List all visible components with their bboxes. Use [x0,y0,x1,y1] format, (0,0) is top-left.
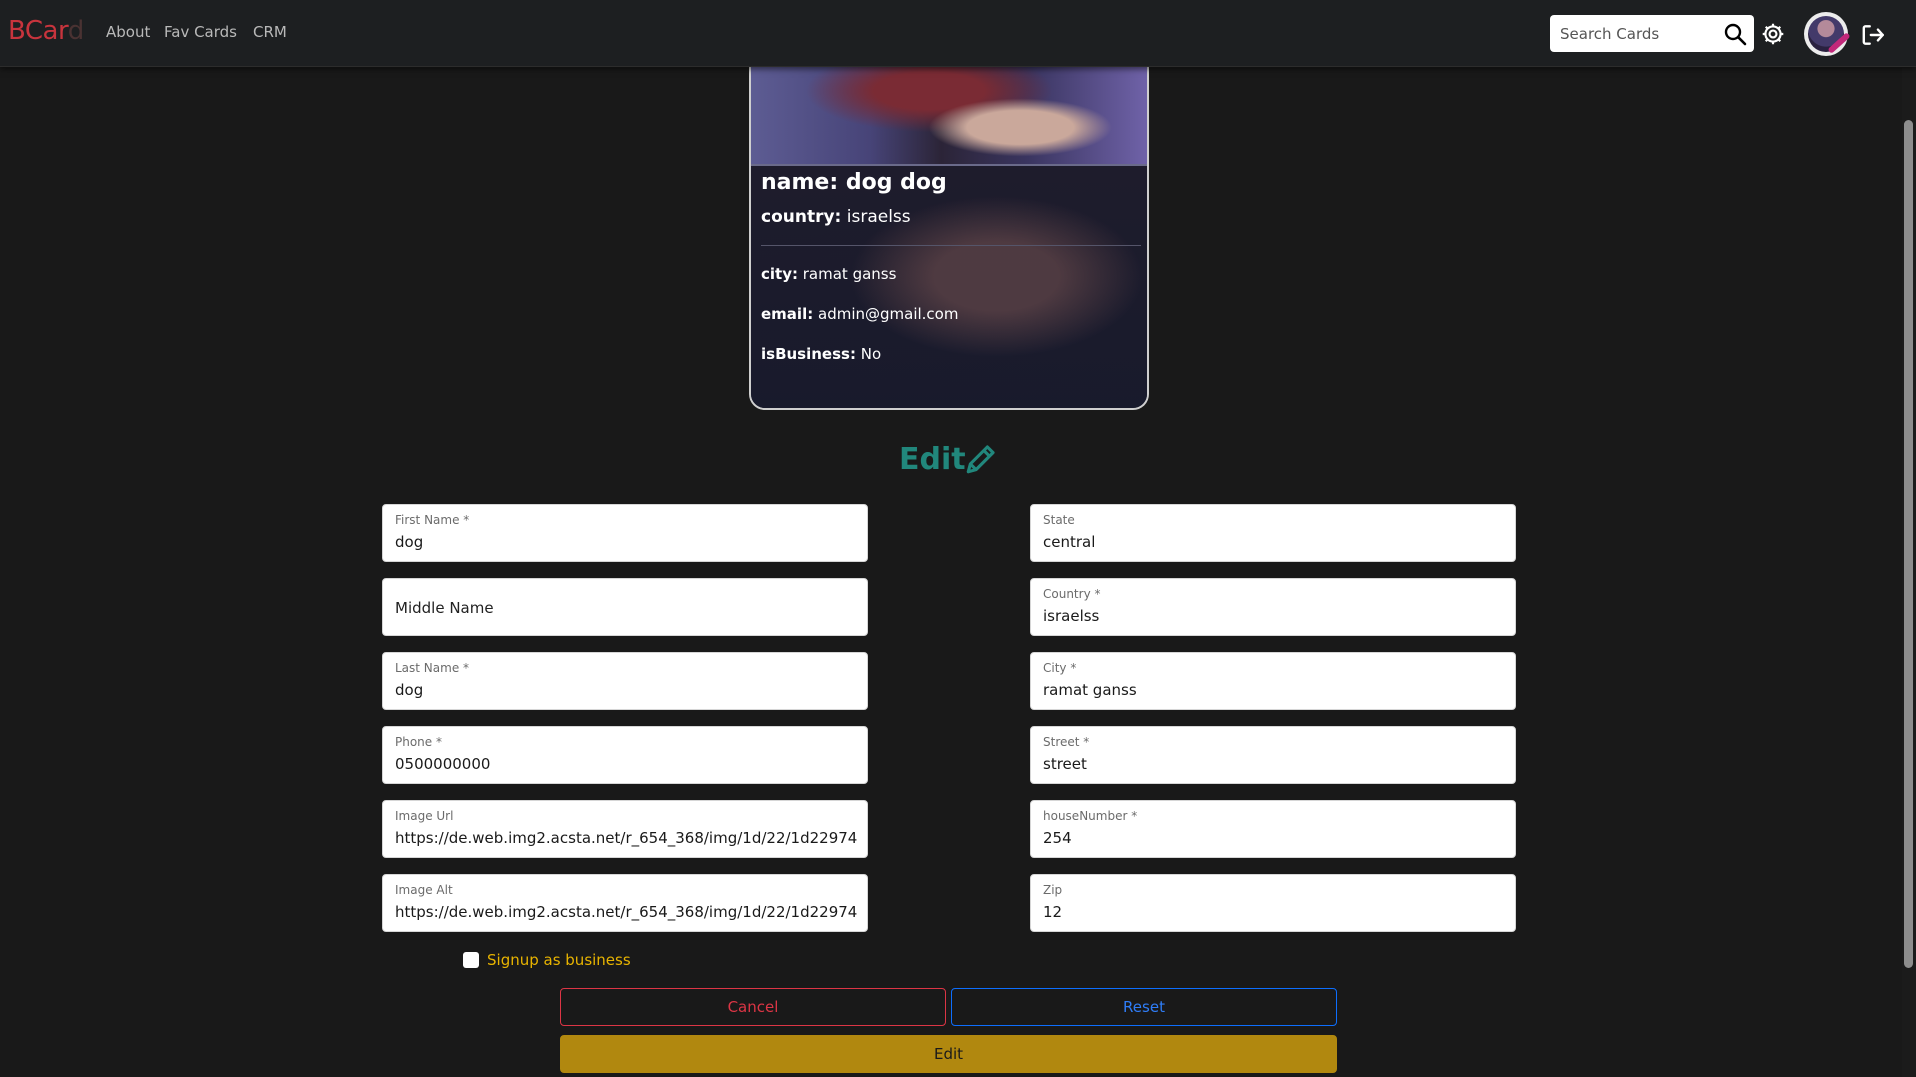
gear-icon[interactable] [1760,21,1786,47]
search-box [1550,15,1754,52]
nav-link-fav-cards[interactable]: Fav Cards [164,23,237,41]
card-city-value: ramat ganss [802,265,897,283]
search-icon[interactable] [1723,22,1747,46]
card-email: email: admin@gmail.com [761,305,958,323]
card-name: name: dog dog [761,170,947,195]
first-name-value: dog [395,533,424,551]
state-label: State [1043,513,1075,527]
logout-icon[interactable] [1860,22,1886,48]
card-email-label: email: [761,305,814,323]
city-value: ramat ganss [1043,681,1137,699]
scrollbar-thumb[interactable] [1904,120,1913,968]
brand-text-secondary: d [67,16,85,46]
street-value: street [1043,755,1087,773]
card-is-business: isBusiness: No [761,345,881,363]
city-field[interactable]: City * ramat ganss [1030,652,1516,710]
image-alt-field[interactable]: Image Alt https://de.web.img2.acsta.net/… [382,874,868,932]
card-city-label: city: [761,265,798,283]
middle-name-field[interactable]: Middle Name [382,578,868,636]
search-input[interactable] [1560,15,1720,52]
last-name-label: Last Name * [395,661,470,675]
image-url-field[interactable]: Image Url https://de.web.img2.acsta.net/… [382,800,868,858]
country-field[interactable]: Country * israelss [1030,578,1516,636]
card-name-value: dog dog [845,170,947,195]
street-field[interactable]: Street * street [1030,726,1516,784]
brand-logo[interactable]: BCard [8,16,84,46]
house-number-label: houseNumber * [1043,809,1138,823]
pencil-icon [966,445,995,474]
top-navbar: BCard About Fav Cards CRM [0,0,1916,67]
card-is-business-value: No [860,345,882,363]
zip-value: 12 [1043,903,1063,921]
phone-label: Phone * [395,735,442,749]
card-country-label: country: [761,207,842,227]
card-divider [761,245,1141,246]
card-country-value: israelss [846,207,911,227]
image-alt-label: Image Alt [395,883,453,897]
image-url-value: https://de.web.img2.acsta.net/r_654_368/… [395,829,857,847]
first-name-label: First Name * [395,513,470,527]
edit-submit-button[interactable]: Edit [560,1035,1337,1073]
last-name-value: dog [395,681,424,699]
card-city: city: ramat ganss [761,265,896,283]
image-url-label: Image Url [395,809,454,823]
brand-text-primary: BCar [8,16,68,46]
state-field[interactable]: State central [1030,504,1516,562]
city-label: City * [1043,661,1077,675]
nav-link-about[interactable]: About [106,23,150,41]
state-value: central [1043,533,1096,551]
last-name-field[interactable]: Last Name * dog [382,652,868,710]
card-country: country: israelss [761,207,911,227]
nav-link-crm[interactable]: CRM [253,23,287,41]
business-checkbox-label[interactable]: Signup as business [487,951,631,969]
street-label: Street * [1043,735,1090,749]
card-email-value: admin@gmail.com [818,305,959,323]
zip-label: Zip [1043,883,1063,897]
zip-field[interactable]: Zip 12 [1030,874,1516,932]
edit-title: Edit [899,442,966,477]
cancel-button[interactable]: Cancel [560,988,946,1026]
phone-field[interactable]: Phone * 0500000000 [382,726,868,784]
house-number-field[interactable]: houseNumber * 254 [1030,800,1516,858]
first-name-field[interactable]: First Name * dog [382,504,868,562]
reset-button[interactable]: Reset [951,988,1337,1026]
avatar[interactable] [1804,12,1848,56]
phone-value: 0500000000 [395,755,491,773]
business-checkbox[interactable] [463,952,479,968]
country-value: israelss [1043,607,1100,625]
middle-name-placeholder: Middle Name [395,599,494,617]
card-name-label: name: [761,170,839,195]
country-label: Country * [1043,587,1101,601]
image-alt-value: https://de.web.img2.acsta.net/r_654_368/… [395,903,857,921]
card-is-business-label: isBusiness: [761,345,856,363]
house-number-value: 254 [1043,829,1072,847]
